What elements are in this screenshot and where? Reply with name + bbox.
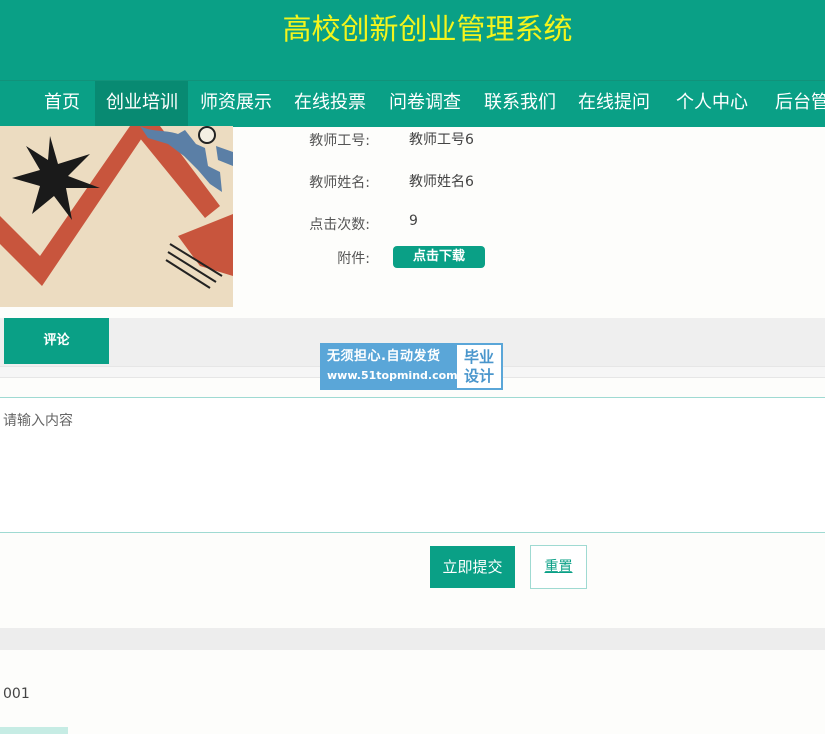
nav-item-contact[interactable]: 联系我们: [484, 81, 556, 127]
reset-button[interactable]: 重置: [530, 545, 587, 589]
teacher-name-value: 教师姓名6: [409, 174, 474, 190]
nav-item-admin[interactable]: 后台管理: [775, 81, 825, 127]
watermark-slogan: 无须担心.自动发货: [327, 349, 441, 364]
site-header: 高校创新创业管理系统: [0, 0, 825, 80]
comment-username: 001: [3, 686, 30, 702]
comment-textarea[interactable]: 请输入内容: [0, 397, 825, 533]
teacher-id-label: 教师工号:: [309, 133, 370, 149]
submit-button[interactable]: 立即提交: [430, 546, 515, 588]
download-button[interactable]: 点击下载: [393, 246, 485, 268]
comment-reply-strip: [0, 727, 68, 734]
nav-item-questions[interactable]: 在线提问: [578, 81, 650, 127]
nav-item-personal-center[interactable]: 个人中心: [676, 81, 748, 127]
attachment-label: 附件:: [337, 251, 370, 267]
watermark-right-line2: 设计: [463, 367, 494, 385]
teacher-name-label: 教师姓名:: [309, 175, 370, 191]
watermark-left: 无须担心.自动发货 www.51topmind.com: [322, 345, 458, 388]
watermark-url: www.51topmind.com: [327, 369, 458, 382]
click-count-value: 9: [409, 213, 418, 229]
nav-item-training[interactable]: 创业培训: [95, 81, 188, 127]
watermark-right: 毕业 设计: [457, 345, 501, 388]
tab-comment[interactable]: 评论: [4, 318, 109, 364]
nav-item-voting[interactable]: 在线投票: [294, 81, 366, 127]
watermark-right-line1: 毕业: [463, 348, 494, 366]
nav-item-home[interactable]: 首页: [44, 81, 80, 127]
comments-divider: [0, 628, 825, 650]
main-nav: 首页 创业培训 师资展示 在线投票 问卷调查 联系我们 在线提问 个人中心 后台…: [0, 80, 825, 127]
course-cover-image: [0, 126, 233, 307]
watermark-badge: 无须担心.自动发货 www.51topmind.com 毕业 设计: [320, 343, 503, 390]
nav-item-teachers[interactable]: 师资展示: [200, 81, 272, 127]
nav-item-survey[interactable]: 问卷调查: [389, 81, 461, 127]
click-count-label: 点击次数:: [309, 217, 370, 233]
site-title: 高校创新创业管理系统: [282, 12, 573, 46]
teacher-id-value: 教师工号6: [409, 132, 474, 148]
